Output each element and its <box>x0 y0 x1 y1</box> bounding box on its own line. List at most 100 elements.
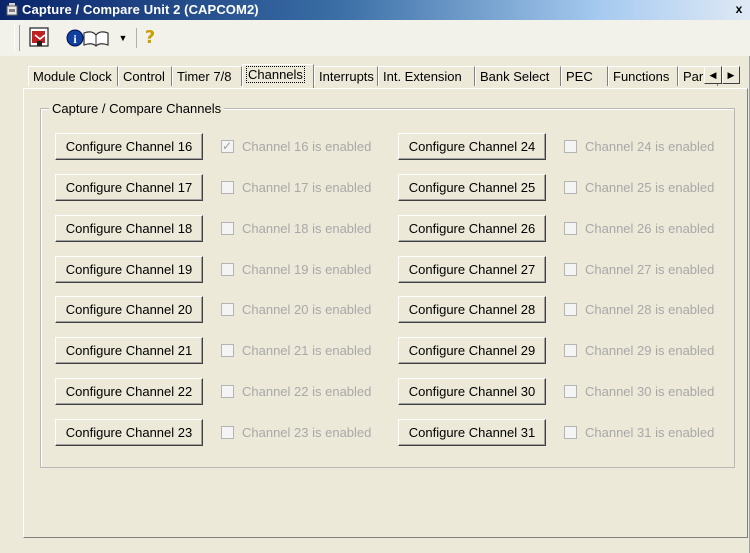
configure-channel-button[interactable]: Configure Channel 31 <box>398 419 546 446</box>
configure-channel-button[interactable]: Configure Channel 21 <box>55 337 203 364</box>
tab-strip: Module Clock Control Timer 7/8 Channels … <box>28 64 750 88</box>
checkbox-unchecked-icon[interactable] <box>564 263 577 276</box>
tab-timer-7-8[interactable]: Timer 7/8 <box>172 66 242 86</box>
configure-channel-button[interactable]: Configure Channel 20 <box>55 296 203 323</box>
channel-enabled-checkbox[interactable]: Channel 16 is enabled <box>221 138 372 155</box>
tab-label: Bank Select <box>480 69 550 84</box>
tab-interrupts[interactable]: Interrupts <box>314 66 378 86</box>
checkbox-unchecked-icon[interactable] <box>221 263 234 276</box>
channel-enabled-checkbox[interactable]: Channel 23 is enabled <box>221 425 371 441</box>
channel-enabled-label: Channel 26 is enabled <box>585 221 715 236</box>
channel-enabled-checkbox[interactable]: Channel 17 is enabled <box>221 180 371 196</box>
channel-enabled-label: Channel 19 is enabled <box>242 262 372 277</box>
tab-label: Int. Extension <box>383 69 462 84</box>
channel-enabled-label: Channel 23 is enabled <box>242 425 372 440</box>
tab-label: Interrupts <box>319 69 374 84</box>
checkbox-checked-icon[interactable] <box>221 138 234 154</box>
channel-enabled-label: Channel 21 is enabled <box>242 343 372 358</box>
checkbox-unchecked-icon[interactable] <box>564 222 577 235</box>
channel-enabled-checkbox[interactable]: Channel 24 is enabled <box>564 139 714 155</box>
tab-label: Functions <box>613 69 670 84</box>
configure-channel-button[interactable]: Configure Channel 18 <box>55 215 203 242</box>
configure-channel-button[interactable]: Configure Channel 30 <box>398 378 546 405</box>
channel-enabled-checkbox[interactable]: Channel 30 is enabled <box>564 384 714 400</box>
channel-enabled-checkbox[interactable]: Channel 26 is enabled <box>564 221 714 237</box>
tab-pec[interactable]: PEC <box>561 66 608 86</box>
channel-enabled-checkbox[interactable]: Channel 18 is enabled <box>221 221 371 237</box>
channel-enabled-label: Channel 28 is enabled <box>585 302 715 317</box>
checkbox-unchecked-icon[interactable] <box>221 181 234 194</box>
checkbox-unchecked-icon[interactable] <box>221 426 234 439</box>
channel-enabled-checkbox[interactable]: Channel 29 is enabled <box>564 343 714 359</box>
tab-int-extension[interactable]: Int. Extension <box>378 66 475 86</box>
channel-enabled-label: Channel 30 is enabled <box>585 384 715 399</box>
checkbox-unchecked-icon[interactable] <box>221 385 234 398</box>
capture-compare-group: Capture / Compare Channels <box>40 101 735 468</box>
tab-functions[interactable]: Functions <box>608 66 678 86</box>
checkbox-unchecked-icon[interactable] <box>564 426 577 439</box>
configure-channel-button[interactable]: Configure Channel 22 <box>55 378 203 405</box>
close-icon[interactable]: x <box>732 2 746 16</box>
checkbox-unchecked-icon[interactable] <box>221 222 234 235</box>
tab-label: Par <box>683 69 704 84</box>
app-icon <box>6 3 18 16</box>
channel-enabled-checkbox[interactable]: Channel 27 is enabled <box>564 262 714 278</box>
exit-door-icon[interactable] <box>28 26 52 50</box>
toolbar-separator <box>136 28 137 48</box>
channel-enabled-checkbox[interactable]: Channel 28 is enabled <box>564 302 714 318</box>
channel-enabled-label: Channel 24 is enabled <box>585 139 715 154</box>
window-title: Capture / Compare Unit 2 (CAPCOM2) <box>22 2 259 17</box>
tab-module-clock[interactable]: Module Clock <box>28 66 118 86</box>
info-book-icon[interactable]: i <box>66 26 114 50</box>
configure-channel-button[interactable]: Configure Channel 16 <box>55 133 203 160</box>
channel-enabled-label: Channel 16 is enabled <box>242 139 372 154</box>
checkbox-unchecked-icon[interactable] <box>564 140 577 153</box>
configure-channel-button[interactable]: Configure Channel 26 <box>398 215 546 242</box>
configure-channel-button[interactable]: Configure Channel 17 <box>55 174 203 201</box>
configure-channel-button[interactable]: Configure Channel 24 <box>398 133 546 160</box>
checkbox-unchecked-icon[interactable] <box>564 181 577 194</box>
configure-channel-button[interactable]: Configure Channel 19 <box>55 256 203 283</box>
group-title: Capture / Compare Channels <box>49 101 225 116</box>
channel-enabled-checkbox[interactable]: Channel 19 is enabled <box>221 262 371 278</box>
channel-enabled-label: Channel 22 is enabled <box>242 384 372 399</box>
tab-control[interactable]: Control <box>118 66 172 86</box>
channel-enabled-checkbox[interactable]: Channel 25 is enabled <box>564 180 714 196</box>
tab-bank-select[interactable]: Bank Select <box>475 66 561 86</box>
tab-scroll-right-icon[interactable]: ▶ <box>722 66 740 84</box>
tab-label: PEC <box>566 69 593 84</box>
help-icon[interactable]: ? <box>142 26 158 50</box>
toolbar: i ▼ ? <box>0 20 750 56</box>
configure-channel-button[interactable]: Configure Channel 29 <box>398 337 546 364</box>
checkbox-unchecked-icon[interactable] <box>564 344 577 357</box>
channel-enabled-label: Channel 17 is enabled <box>242 180 372 195</box>
capcom2-window: Capture / Compare Unit 2 (CAPCOM2) x i ▼… <box>0 0 750 553</box>
dropdown-arrow-icon[interactable]: ▼ <box>118 26 128 50</box>
tab-label: Control <box>123 69 165 84</box>
channel-enabled-label: Channel 27 is enabled <box>585 262 715 277</box>
tab-channels[interactable]: Channels <box>242 64 314 88</box>
channel-enabled-label: Channel 29 is enabled <box>585 343 715 358</box>
channel-enabled-label: Channel 18 is enabled <box>242 221 372 236</box>
configure-channel-button[interactable]: Configure Channel 25 <box>398 174 546 201</box>
channel-enabled-label: Channel 25 is enabled <box>585 180 715 195</box>
title-bar[interactable]: Capture / Compare Unit 2 (CAPCOM2) x <box>0 0 750 20</box>
checkbox-unchecked-icon[interactable] <box>564 303 577 316</box>
configure-channel-button[interactable]: Configure Channel 27 <box>398 256 546 283</box>
channel-enabled-checkbox[interactable]: Channel 20 is enabled <box>221 302 371 318</box>
channel-enabled-label: Channel 31 is enabled <box>585 425 715 440</box>
tab-scroll-left-icon[interactable]: ◀ <box>704 66 722 84</box>
channel-enabled-checkbox[interactable]: Channel 22 is enabled <box>221 384 371 400</box>
toolbar-grip[interactable] <box>14 25 20 51</box>
configure-channel-button[interactable]: Configure Channel 28 <box>398 296 546 323</box>
checkbox-unchecked-icon[interactable] <box>221 344 234 357</box>
checkbox-unchecked-icon[interactable] <box>564 385 577 398</box>
configure-channel-button[interactable]: Configure Channel 23 <box>55 419 203 446</box>
channel-enabled-label: Channel 20 is enabled <box>242 302 372 317</box>
tab-label: Channels <box>246 66 305 83</box>
channel-enabled-checkbox[interactable]: Channel 31 is enabled <box>564 425 714 441</box>
tab-label: Timer 7/8 <box>177 69 232 84</box>
tab-label: Module Clock <box>33 69 112 84</box>
channel-enabled-checkbox[interactable]: Channel 21 is enabled <box>221 343 371 359</box>
checkbox-unchecked-icon[interactable] <box>221 303 234 316</box>
